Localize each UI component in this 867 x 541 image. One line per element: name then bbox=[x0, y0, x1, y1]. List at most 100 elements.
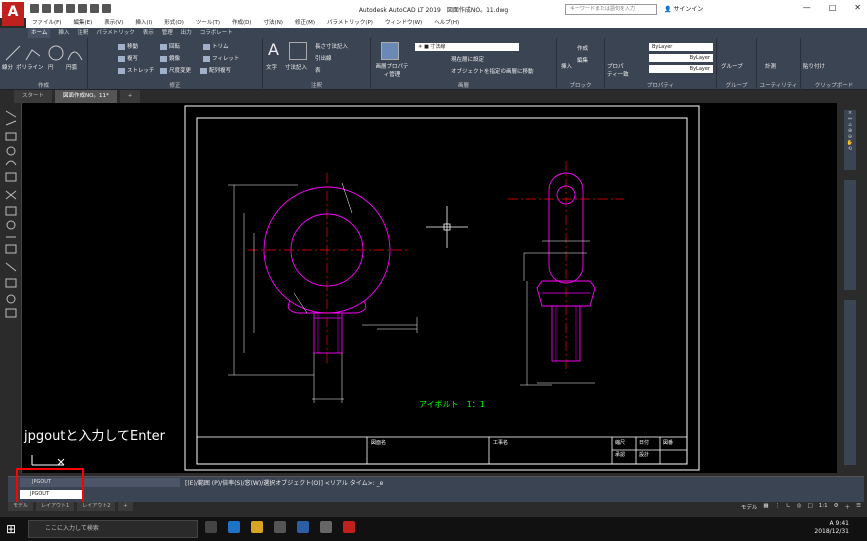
windows-start-icon[interactable]: ⊞ bbox=[6, 522, 16, 536]
mail-icon[interactable] bbox=[297, 521, 309, 533]
tab-collaborate[interactable]: コラボレート bbox=[200, 28, 233, 38]
block-create-button[interactable]: 作成 bbox=[577, 44, 588, 52]
menu-tools[interactable]: ツール(T) bbox=[196, 18, 220, 28]
new-doc-tab-button[interactable]: + bbox=[119, 90, 141, 103]
gear-icon[interactable]: ⚙ bbox=[834, 503, 839, 511]
menu-draw[interactable]: 作成(D) bbox=[232, 18, 252, 28]
osnap-icon[interactable]: □ bbox=[808, 503, 813, 511]
lineweight-dropdown[interactable]: ByLayer bbox=[649, 65, 713, 73]
polar-icon[interactable]: ◎ bbox=[797, 503, 802, 511]
text-icon[interactable]: A bbox=[268, 40, 279, 59]
model-space-button[interactable]: モデル bbox=[741, 503, 758, 511]
menu-window[interactable]: ウィンドウ(W) bbox=[385, 18, 422, 28]
trim-button[interactable]: トリム bbox=[203, 42, 229, 50]
layer-properties-palette-tab[interactable] bbox=[844, 180, 856, 290]
text-button[interactable]: 文字 bbox=[266, 63, 277, 71]
move-button[interactable]: 移動 bbox=[118, 42, 138, 50]
linear-dim-button[interactable]: 長さ寸法記入 bbox=[315, 42, 348, 50]
linetype-dropdown[interactable]: ByLayer bbox=[649, 54, 713, 62]
groups-panel-title[interactable]: グループ bbox=[717, 81, 756, 89]
doc-tab-start[interactable]: スタート bbox=[14, 90, 53, 103]
minimize-button[interactable]: — bbox=[803, 3, 811, 12]
color-dropdown[interactable]: ByLayer bbox=[649, 43, 713, 51]
layer-dropdown[interactable]: ☀ ■ 寸法線 bbox=[415, 43, 519, 51]
table-button[interactable]: 表 bbox=[315, 66, 321, 74]
doc-tab-drawing[interactable]: 図面作成NO。11* bbox=[55, 90, 117, 103]
polyline-button[interactable]: ポリライン bbox=[16, 63, 44, 71]
rotate-button[interactable]: 回転 bbox=[160, 42, 180, 50]
layers-panel-title[interactable]: 画層 bbox=[371, 81, 556, 89]
menu-parametric[interactable]: パラメトリック(P) bbox=[327, 18, 373, 28]
draw-panel-title[interactable]: 作成 bbox=[0, 81, 87, 89]
snap-icon[interactable]: ⋮ bbox=[775, 503, 781, 511]
vertical-tool-icons[interactable] bbox=[0, 103, 22, 323]
move-to-layer-button[interactable]: オブジェクトを指定の画層に移動 bbox=[451, 67, 534, 75]
clock-date[interactable]: 2018/12/31 bbox=[814, 528, 849, 535]
utilities-panel-title[interactable]: ユーティリティ bbox=[757, 81, 800, 89]
match-properties-button[interactable]: プロパティ一致 bbox=[607, 62, 629, 78]
add-layout-button[interactable]: + bbox=[118, 502, 133, 511]
clock-time[interactable]: 9:41 bbox=[836, 520, 849, 527]
menu-dimension[interactable]: 寸法(N) bbox=[264, 18, 283, 28]
clipboard-panel-title[interactable]: クリップボード bbox=[801, 81, 867, 89]
help-search-input[interactable]: キーワードまたは語句を入力 bbox=[565, 4, 657, 15]
menu-file[interactable]: ファイル(F) bbox=[32, 18, 61, 28]
annotation-scale-button[interactable]: 1:1 bbox=[819, 503, 828, 511]
taskbar-search-input[interactable]: ここに入力して検索 bbox=[28, 520, 198, 538]
close-button[interactable]: ✕ bbox=[854, 3, 861, 12]
mirror-button[interactable]: 鏡像 bbox=[160, 54, 180, 62]
layer-properties-button[interactable]: 画層プロパティ管理 bbox=[373, 62, 411, 78]
properties-panel-title[interactable]: プロパティ bbox=[605, 81, 716, 89]
layer-properties-icon[interactable] bbox=[381, 42, 399, 60]
arc-button[interactable]: 円弧 bbox=[66, 63, 77, 71]
grid-icon[interactable]: ▦ bbox=[763, 503, 768, 511]
viewcube-strip[interactable]: × ⇔ ⌂ ⊕ ⊖ ✋ ⟲ bbox=[844, 110, 856, 170]
leader-button[interactable]: 引出線 bbox=[315, 54, 332, 62]
tab-layout1[interactable]: レイアウト1 bbox=[36, 502, 75, 511]
ime-indicator[interactable]: A bbox=[829, 520, 833, 527]
annotation-panel-title[interactable]: 注釈 bbox=[263, 81, 370, 89]
dimension-button[interactable]: 寸法記入 bbox=[285, 63, 307, 71]
paste-button[interactable]: 貼り付け bbox=[803, 62, 825, 70]
copy-button[interactable]: 複写 bbox=[118, 54, 138, 62]
stretch-button[interactable]: ストレッチ bbox=[118, 66, 155, 74]
app-menu-button[interactable]: A bbox=[2, 2, 24, 26]
dimension-icon[interactable] bbox=[289, 42, 307, 60]
line-button[interactable]: 線分 bbox=[2, 63, 13, 71]
block-edit-button[interactable]: 編集 bbox=[577, 56, 588, 64]
store-icon[interactable] bbox=[274, 521, 286, 533]
explorer-icon[interactable] bbox=[251, 521, 263, 533]
menu-modify[interactable]: 修正(M) bbox=[295, 18, 315, 28]
tab-manage[interactable]: 管理 bbox=[162, 28, 173, 38]
measure-button[interactable]: 計測 bbox=[765, 62, 776, 70]
menu-insert[interactable]: 挿入(I) bbox=[135, 18, 152, 28]
tab-annotate[interactable]: 注釈 bbox=[77, 28, 88, 38]
plus-icon[interactable]: ＋ bbox=[845, 503, 851, 511]
set-current-layer-button[interactable]: 現在層に設定 bbox=[451, 55, 484, 63]
tab-parametric[interactable]: パラメトリック bbox=[96, 28, 134, 38]
menu-view[interactable]: 表示(V) bbox=[104, 18, 123, 28]
block-panel-title[interactable]: ブロック bbox=[557, 81, 604, 89]
task-view-icon[interactable] bbox=[205, 521, 217, 533]
menu-help[interactable]: ヘルプ(H) bbox=[434, 18, 459, 28]
modify-panel-title[interactable]: 修正 bbox=[88, 81, 262, 89]
tab-home[interactable]: ホーム bbox=[28, 28, 51, 38]
ortho-icon[interactable]: ∟ bbox=[786, 503, 791, 511]
tab-output[interactable]: 出力 bbox=[181, 28, 192, 38]
menu-edit[interactable]: 編集(E) bbox=[73, 18, 92, 28]
properties-palette-tab[interactable] bbox=[844, 300, 856, 465]
tab-model[interactable]: モデル bbox=[8, 502, 34, 511]
scale-button[interactable]: 尺度変更 bbox=[160, 66, 191, 74]
maximize-button[interactable]: □ bbox=[829, 3, 837, 12]
media-icon[interactable] bbox=[320, 521, 332, 533]
edge-icon[interactable] bbox=[228, 521, 240, 533]
tab-view[interactable]: 表示 bbox=[143, 28, 154, 38]
tab-layout2[interactable]: レイアウト2 bbox=[77, 502, 116, 511]
array-button[interactable]: 配列複写 bbox=[200, 66, 231, 74]
autocad-taskbar-icon[interactable] bbox=[343, 521, 355, 533]
block-insert-button[interactable]: 挿入 bbox=[561, 62, 572, 70]
group-button[interactable]: グループ bbox=[721, 62, 743, 70]
menu-icon[interactable]: ☰ bbox=[856, 503, 861, 511]
signin-button[interactable]: 👤 サインイン bbox=[664, 4, 703, 13]
tab-insert[interactable]: 挿入 bbox=[58, 28, 69, 38]
